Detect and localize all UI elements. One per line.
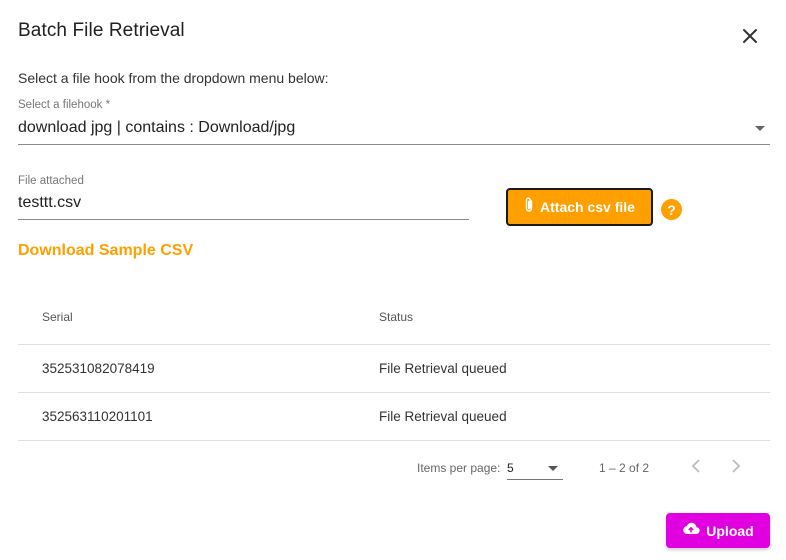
page-size-value[interactable]: 5 <box>507 461 514 475</box>
page-size-underline <box>507 479 563 480</box>
file-attached-label: File attached <box>18 175 84 187</box>
retrieval-table: Serial Status 352531082078419 File Retri… <box>18 290 770 441</box>
header-status: Status <box>379 310 414 324</box>
dropdown-arrow-icon[interactable] <box>755 126 765 131</box>
cell-serial: 352531082078419 <box>42 361 155 376</box>
upload-button[interactable]: Upload <box>666 513 770 548</box>
close-button[interactable] <box>736 24 764 52</box>
table-row: 352563110201101 File Retrieval queued <box>18 393 770 441</box>
table-header-row: Serial Status <box>18 290 770 345</box>
next-page-button[interactable] <box>726 458 746 478</box>
file-attached-value[interactable]: testtt.csv <box>18 194 81 212</box>
items-per-page-label: Items per page: <box>417 461 501 475</box>
previous-page-button[interactable] <box>686 458 706 478</box>
paginator: Items per page: 5 1 – 2 of 2 <box>0 452 786 484</box>
help-icon[interactable]: ? <box>661 199 682 220</box>
cloud-upload-icon <box>682 522 700 540</box>
page-size-select[interactable]: 5 <box>507 456 563 480</box>
cell-status: File Retrieval queued <box>379 409 507 424</box>
dialog-title: Batch File Retrieval <box>18 20 185 41</box>
close-icon <box>742 28 758 49</box>
cell-serial: 352563110201101 <box>42 409 153 424</box>
table-row: 352531082078419 File Retrieval queued <box>18 345 770 393</box>
filehook-underline <box>18 144 770 145</box>
file-attached-underline <box>18 219 469 220</box>
filehook-value[interactable]: download jpg | contains : Download/jpg <box>18 119 295 137</box>
chevron-right-icon <box>731 458 741 478</box>
instruction-text: Select a file hook from the dropdown men… <box>18 70 329 86</box>
filehook-label: Select a filehook * <box>18 99 111 111</box>
cell-status: File Retrieval queued <box>379 361 507 376</box>
attach-csv-button[interactable]: Attach csv file <box>506 188 653 226</box>
attach-csv-label: Attach csv file <box>540 199 635 215</box>
batch-file-retrieval-dialog: Batch File Retrieval Select a file hook … <box>0 0 786 560</box>
upload-label: Upload <box>706 522 754 539</box>
chevron-down-icon[interactable] <box>548 466 558 471</box>
chevron-left-icon <box>691 458 701 478</box>
download-sample-csv-link[interactable]: Download Sample CSV <box>18 242 193 260</box>
page-range-label: 1 – 2 of 2 <box>599 461 650 475</box>
paperclip-icon <box>524 197 534 218</box>
header-serial: Serial <box>42 310 73 324</box>
